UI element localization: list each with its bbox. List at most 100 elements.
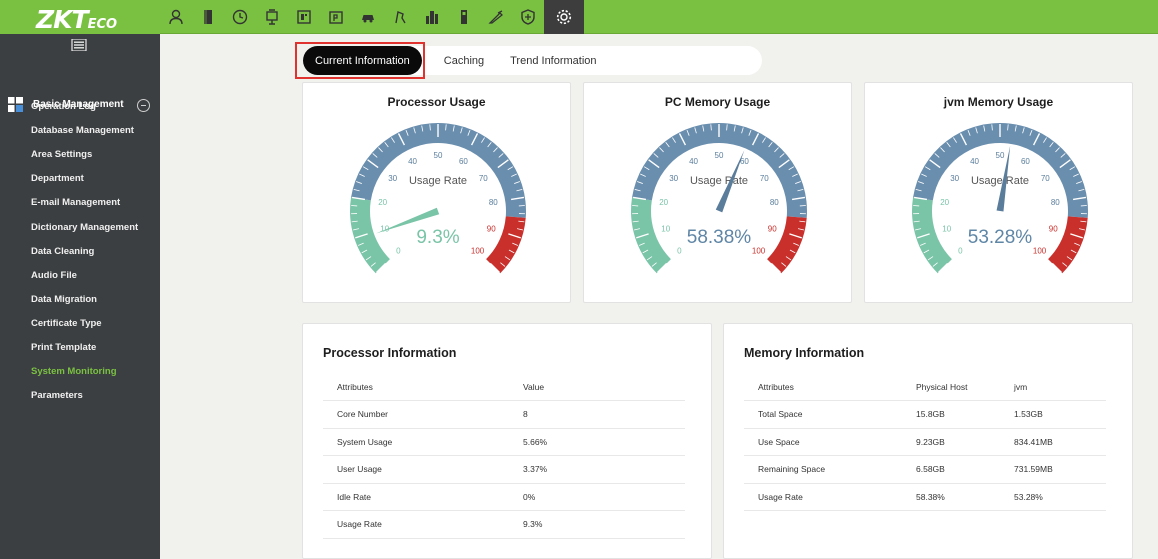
table-cell: 15.8GB <box>902 400 1000 429</box>
user-icon[interactable] <box>160 0 192 34</box>
gauge-tick-label: 80 <box>1051 198 1060 207</box>
parking-icon[interactable] <box>320 0 352 34</box>
collapse-menu-icon[interactable] <box>71 39 87 51</box>
processor-information-card: Processor Information Attributes Value Cor… <box>302 323 712 559</box>
column-header: Attributes <box>744 373 902 401</box>
memory-information-card: Memory Information Attributes Physical Ho… <box>723 323 1133 559</box>
green-zone-band <box>631 197 671 274</box>
main-content: Current Information Caching Trend Inform… <box>160 34 1158 559</box>
gauge-value: 53.28% <box>968 227 1033 248</box>
table-row: Core Number 8 <box>323 400 685 429</box>
gauge-tick <box>710 124 712 131</box>
sidebar-item-operation-log[interactable]: Operation Log <box>31 101 96 112</box>
memory-information-table: Attributes Physical Host jvm Total Space 15.… <box>744 373 1106 511</box>
gauge-tick-label: 60 <box>1021 157 1030 166</box>
device-icon[interactable] <box>448 0 480 34</box>
sidebar-item-dictionary-management[interactable]: Dictionary Management <box>31 222 138 233</box>
table-header-row: Attributes Value <box>323 373 685 401</box>
table-cell: 834.41MB <box>1000 428 1106 456</box>
settings-gear-icon[interactable] <box>544 0 584 34</box>
table-cell: Use Space <box>744 428 902 456</box>
elevator-icon[interactable] <box>256 0 288 34</box>
zkteco-logo: ZKTeco <box>0 0 160 34</box>
door-icon[interactable] <box>192 0 224 34</box>
sidebar-item-certificate-type[interactable]: Certificate Type <box>31 318 102 329</box>
building-icon[interactable] <box>416 0 448 34</box>
memory-information-title: Memory Information <box>744 346 865 360</box>
jvm-memory-usage-card: jvm Memory Usage 0 10 20 30 40 50 60 70 80 90 100 U… <box>864 82 1133 303</box>
sidebar-item-print-template[interactable]: Print Template <box>31 342 96 353</box>
sidebar-item-parameters[interactable]: Parameters <box>31 390 83 401</box>
visitor-icon[interactable] <box>288 0 320 34</box>
table-cell: System Usage <box>323 428 509 456</box>
sidebar-item-database-management[interactable]: Database Management <box>31 125 134 136</box>
table-cell: Remaining Space <box>744 455 902 484</box>
gauge-value: 9.3% <box>416 227 459 248</box>
sidebar-item-e-mail-management[interactable]: E-mail Management <box>31 197 120 208</box>
processor-usage-card: Processor Usage 0 10 20 30 40 50 60 70 80 90 100 Us… <box>302 82 571 303</box>
sidebar: Basic Management Operation Log Database M… <box>0 34 160 559</box>
table-row: Remaining Space 6.58GB 731.59MB <box>744 455 1106 484</box>
gauge-tick-label: 80 <box>489 198 498 207</box>
table-cell: Core Number <box>323 400 509 429</box>
gauge-tick <box>1007 124 1009 131</box>
table-row: System Usage 5.66% <box>323 428 685 456</box>
green-zone-band <box>912 197 952 274</box>
gauge-tick-label: 100 <box>471 247 485 256</box>
sidebar-item-department[interactable]: Department <box>31 173 84 184</box>
table-cell: User Usage <box>323 455 509 484</box>
table-cell: Usage Rate <box>744 483 902 511</box>
tab-highlight-box <box>295 42 425 79</box>
sidebar-item-system-monitoring[interactable]: System Monitoring <box>31 366 117 377</box>
gauge-tick-label: 60 <box>459 157 468 166</box>
tab-trend-information[interactable]: Trend Information <box>498 46 608 75</box>
table-row: Usage Rate 58.38% 53.28% <box>744 483 1106 511</box>
gauge-tick-label: 10 <box>942 224 951 233</box>
gauge-tick-label: 50 <box>434 151 443 160</box>
collapse-group-icon[interactable] <box>137 99 150 112</box>
pc-memory-usage-gauge: 0102030405060708090100Usage Rate58.38% <box>631 122 807 274</box>
gauge-tick <box>726 124 728 131</box>
gauge-tick-label: 50 <box>996 151 1005 160</box>
pen-icon[interactable] <box>480 0 512 34</box>
sidebar-item-audio-file[interactable]: Audio File <box>31 270 77 281</box>
pc-memory-usage-card: PC Memory Usage 0 10 20 30 40 50 60 70 80 90 100 Us… <box>583 82 852 303</box>
sidebar-item-area-settings[interactable]: Area Settings <box>31 149 92 160</box>
sidebar-item-data-cleaning[interactable]: Data Cleaning <box>31 246 94 257</box>
column-header: jvm <box>1000 373 1106 401</box>
column-header: Attributes <box>323 373 509 401</box>
car-icon[interactable] <box>352 0 384 34</box>
shield-icon[interactable] <box>512 0 544 34</box>
patrol-icon[interactable] <box>384 0 416 34</box>
table-cell: Total Space <box>744 400 902 429</box>
table-row: Usage Rate 9.3% <box>323 510 685 539</box>
processor-information-title: Processor Information <box>323 346 457 360</box>
table-cell: Usage Rate <box>323 510 509 539</box>
top-navigation-bar: ZKTeco <box>0 0 1158 34</box>
gauge-title: PC Memory Usage <box>664 95 771 109</box>
table-cell: 9.23GB <box>902 428 1000 456</box>
table-row: User Usage 3.37% <box>323 455 685 484</box>
clock-icon[interactable] <box>224 0 256 34</box>
gauge-tick-label: 20 <box>940 198 949 207</box>
column-header: Value <box>509 373 685 401</box>
gauge-tick-label: 0 <box>396 247 401 256</box>
processor-information-table: Attributes Value Core Number 8 System Usage 5… <box>323 373 685 539</box>
gauge-title: Processor Usage <box>387 95 486 109</box>
tab-caching[interactable]: Caching <box>432 46 496 75</box>
gauge-value: 58.38% <box>687 227 752 248</box>
gauge-tick-label: 30 <box>950 174 959 183</box>
usage-rate-label: Usage Rate <box>971 175 1029 187</box>
gauge-tick-label: 40 <box>408 157 417 166</box>
gauge-tick-label: 0 <box>677 247 682 256</box>
gauge-tick-label: 30 <box>388 174 397 183</box>
gauge-tick-label: 100 <box>1033 247 1047 256</box>
grid-icon <box>8 97 23 112</box>
gauge-tick <box>445 124 447 131</box>
sidebar-item-data-migration[interactable]: Data Migration <box>31 294 97 305</box>
gauge-tick-label: 70 <box>1041 174 1050 183</box>
table-row: Use Space 9.23GB 834.41MB <box>744 428 1106 456</box>
table-cell: 1.53GB <box>1000 400 1106 429</box>
table-row: Idle Rate 0% <box>323 483 685 511</box>
gauge-tick-label: 90 <box>487 224 496 233</box>
